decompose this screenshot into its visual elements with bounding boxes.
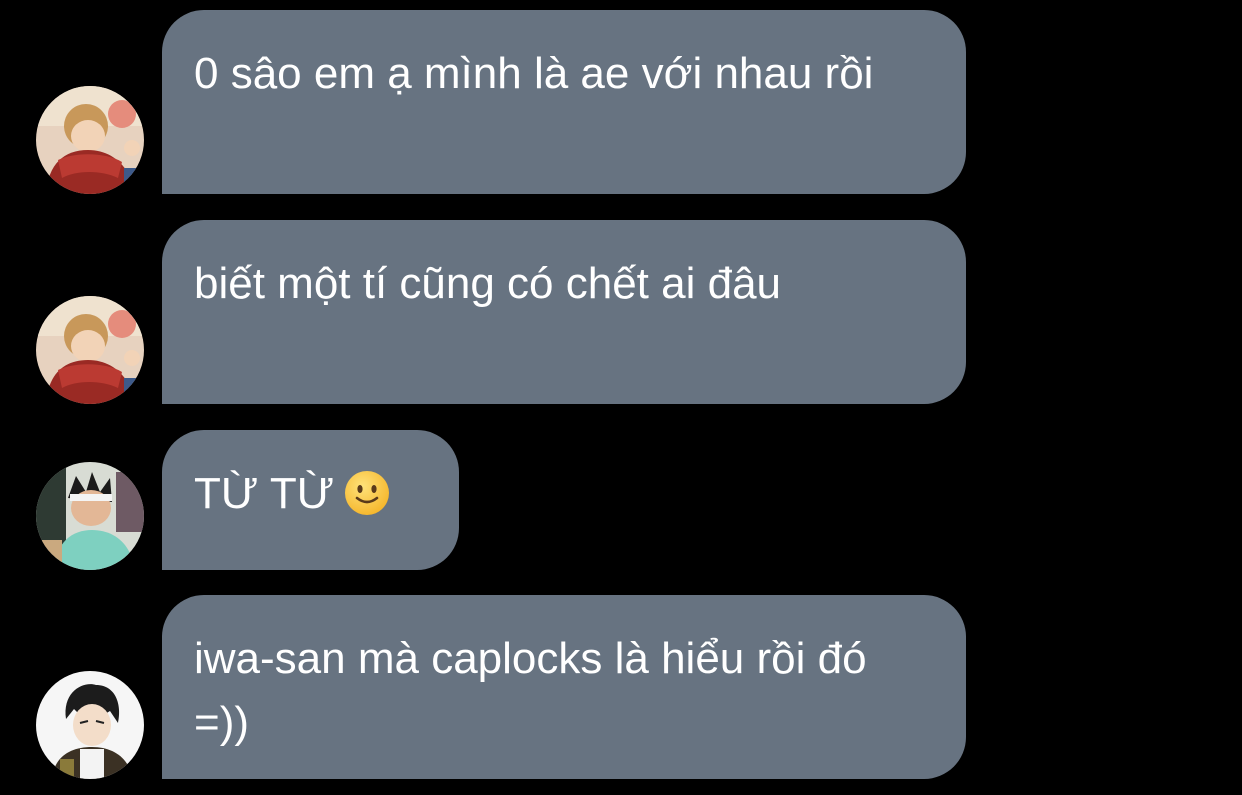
avatar-blond-scarf-image [36, 86, 144, 194]
message-bubble[interactable]: biết một tí cũng có chết ai đâu [162, 220, 966, 404]
message-row: 0 sâo em ạ mình là ae với nhau rồi [0, 0, 1242, 200]
avatar[interactable] [36, 671, 144, 779]
avatar-dark-hair-boy-image [36, 671, 144, 779]
message-bubble[interactable]: 0 sâo em ạ mình là ae với nhau rồi [162, 10, 966, 194]
message-row: iwa-san mà caplocks là hiểu rồi đó =)) [0, 585, 1242, 785]
message-bubble[interactable]: TỪ TỪ [162, 430, 459, 570]
avatar[interactable] [36, 86, 144, 194]
message-bubble[interactable]: iwa-san mà caplocks là hiểu rồi đó =)) [162, 595, 966, 779]
avatar[interactable] [36, 462, 144, 570]
message-text: 0 sâo em ạ mình là ae với nhau rồi [194, 49, 874, 98]
avatar-headband-boy-image [36, 462, 144, 570]
message-text: TỪ TỪ [194, 469, 335, 518]
message-text: biết một tí cũng có chết ai đâu [194, 259, 782, 308]
message-row: TỪ TỪ [0, 420, 1242, 580]
message-text: iwa-san mà caplocks là hiểu rồi đó =)) [194, 634, 867, 747]
avatar-blond-scarf-image [36, 296, 144, 404]
message-row: biết một tí cũng có chết ai đâu [0, 210, 1242, 410]
slightly-smiling-face-icon [345, 471, 390, 515]
avatar[interactable] [36, 296, 144, 404]
